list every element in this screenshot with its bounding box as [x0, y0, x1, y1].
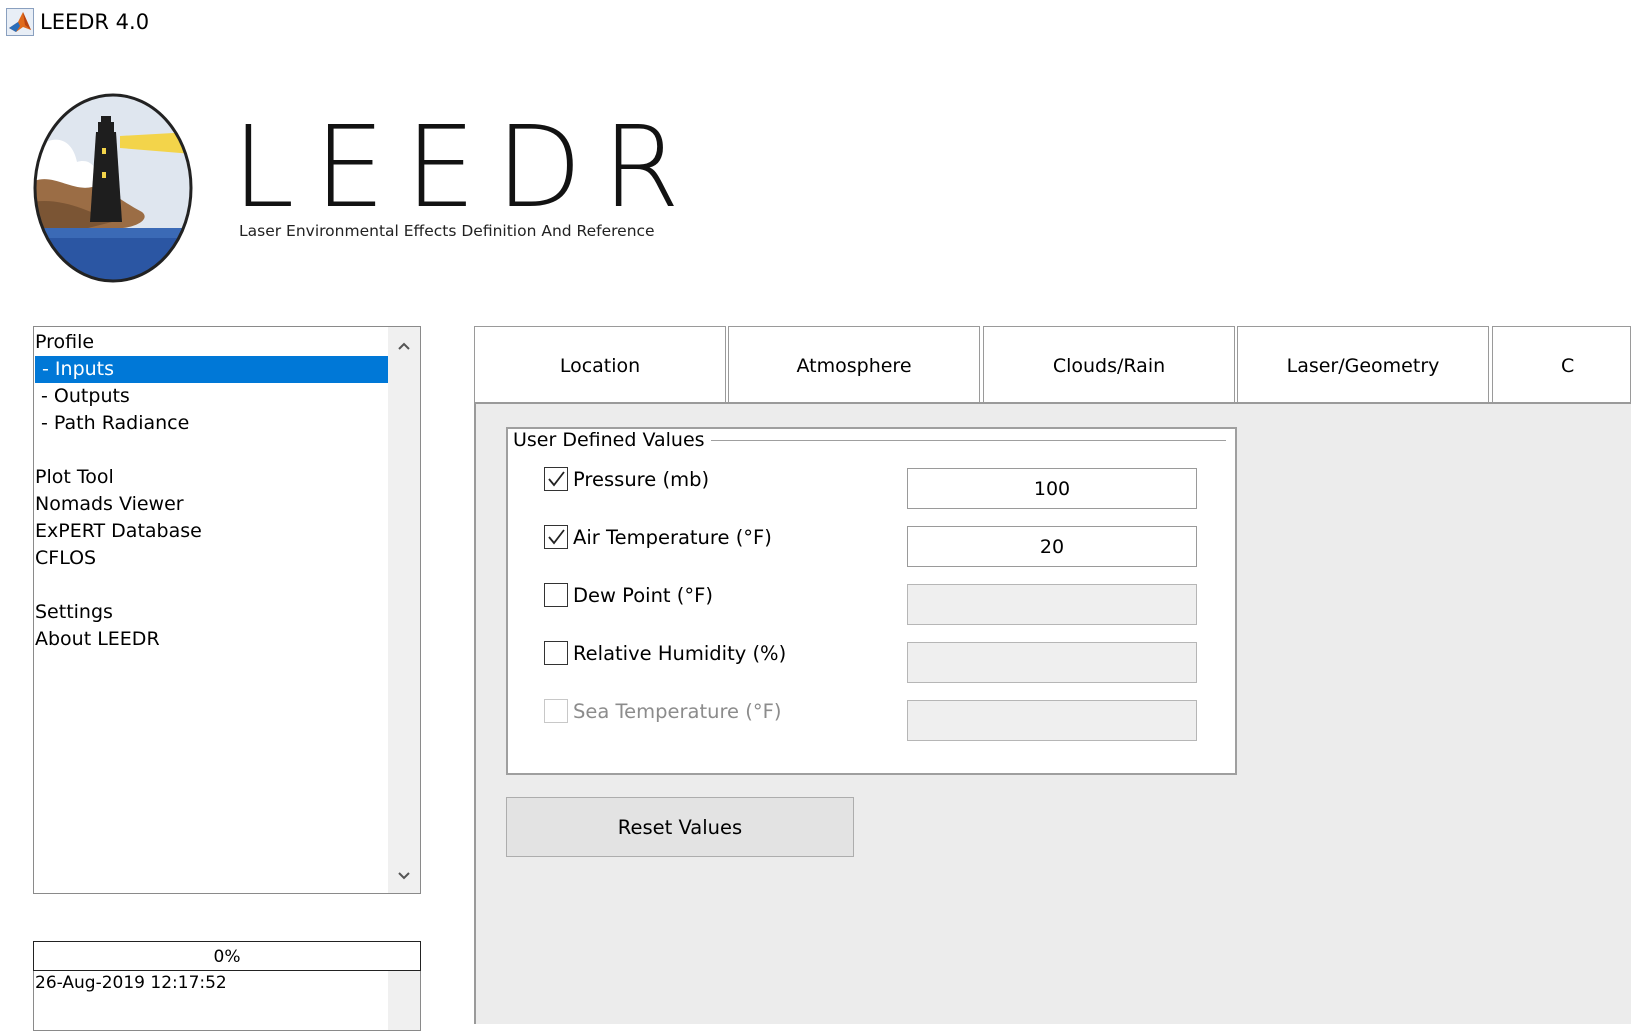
check-icon	[548, 529, 565, 545]
nav-item-cflos[interactable]: CFLOS	[34, 545, 388, 572]
sea-temperature-label: Sea Temperature (°F)	[573, 700, 782, 723]
relative-humidity-label: Relative Humidity (%)	[573, 642, 787, 665]
nav-item-inputs[interactable]: - Inputs	[35, 356, 388, 383]
reset-values-button[interactable]: Reset Values	[506, 797, 854, 857]
log-scrollbar[interactable]	[388, 971, 420, 1030]
progress-bar: 0%	[33, 941, 421, 971]
sea-temperature-checkbox	[544, 699, 568, 723]
dew-point-label: Dew Point (°F)	[573, 584, 713, 607]
log-entry: 26-Aug-2019 12:17:52	[35, 973, 227, 993]
nav-item-settings[interactable]: Settings	[34, 599, 388, 626]
window-title: LEEDR 4.0	[40, 10, 150, 34]
dew-point-field[interactable]	[907, 584, 1197, 625]
lighthouse-logo	[32, 92, 194, 284]
pressure-label: Pressure (mb)	[573, 468, 710, 491]
dew-point-checkbox[interactable]	[544, 583, 568, 607]
group-title: User Defined Values	[511, 429, 711, 451]
nav-item-path-radiance[interactable]: - Path Radiance	[34, 410, 388, 437]
navigation-list[interactable]: Profile - Inputs - Outputs - Path Radian…	[33, 326, 421, 894]
nav-item-outputs[interactable]: - Outputs	[34, 383, 388, 410]
relative-humidity-field[interactable]	[907, 642, 1197, 683]
tab-location[interactable]: Location	[474, 326, 726, 403]
tab-clouds-rain[interactable]: Clouds/Rain	[983, 326, 1235, 403]
tab-laser-geometry[interactable]: Laser/Geometry	[1237, 326, 1489, 403]
nav-item-about-leedr[interactable]: About LEEDR	[34, 626, 388, 653]
relative-humidity-checkbox[interactable]	[544, 641, 568, 665]
check-icon	[548, 471, 565, 487]
title-bar: LEEDR 4.0	[0, 0, 1631, 48]
nav-scrollbar[interactable]	[388, 327, 420, 893]
tab-partial[interactable]: C	[1492, 326, 1631, 403]
matlab-icon	[6, 8, 34, 36]
pressure-field[interactable]: 100	[907, 468, 1197, 509]
sea-temperature-field	[907, 700, 1197, 741]
air-temperature-label: Air Temperature (°F)	[573, 526, 772, 549]
pressure-checkbox[interactable]	[544, 467, 568, 491]
nav-item-expert-database[interactable]: ExPERT Database	[34, 518, 388, 545]
logo-subtitle: Laser Environmental Effects Definition A…	[239, 222, 655, 240]
air-temperature-field[interactable]: 20	[907, 526, 1197, 567]
logo-wordmark: LEEDR	[232, 103, 700, 233]
nav-item-nomads-viewer[interactable]: Nomads Viewer	[34, 491, 388, 518]
tab-atmosphere[interactable]: Atmosphere	[728, 326, 980, 403]
chevron-down-icon[interactable]	[388, 859, 420, 893]
air-temperature-checkbox[interactable]	[544, 525, 568, 549]
chevron-up-icon[interactable]	[388, 329, 420, 363]
log-box[interactable]: 26-Aug-2019 12:17:52	[33, 971, 421, 1031]
nav-item-profile[interactable]: Profile	[34, 329, 388, 356]
tab-bar: Location Atmosphere Clouds/Rain Laser/Ge…	[474, 326, 1631, 404]
nav-item-plot-tool[interactable]: Plot Tool	[34, 464, 388, 491]
